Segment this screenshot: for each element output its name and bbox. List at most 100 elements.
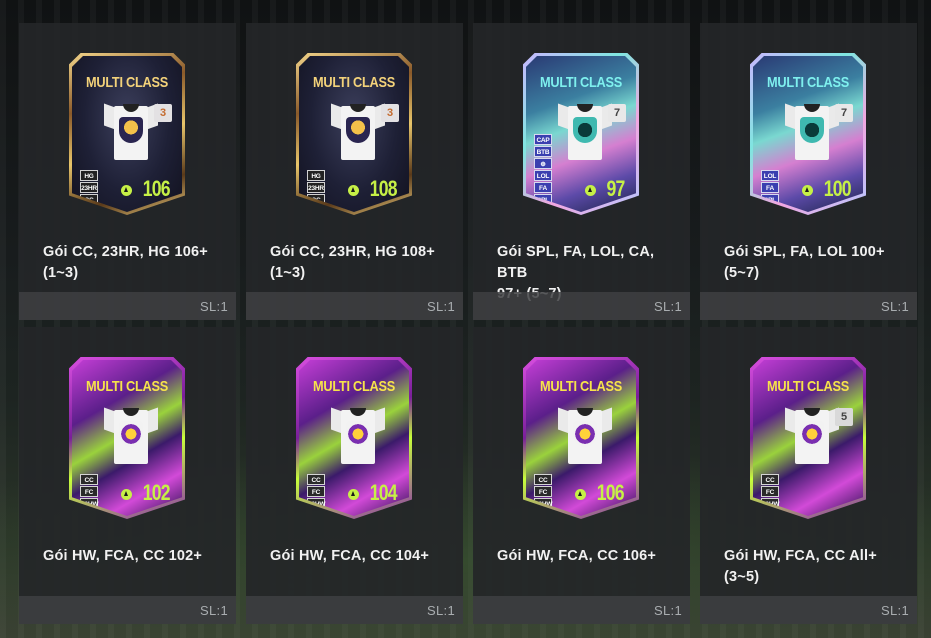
pack-card-image: MULTI CLASS 3 HG23HRCC 108 OVR: [296, 53, 412, 215]
card-tag: LOL: [534, 170, 552, 181]
pack-title-line1: Gói HW, FCA, CC All+: [724, 548, 877, 564]
card-tag: FC: [80, 486, 98, 497]
pack-title-line2: (5~7): [724, 265, 760, 281]
ovr-up-icon: [802, 185, 813, 196]
pack-tile-7[interactable]: MULTI CLASS CCFC23HW 106 OVR Gói HW, FCA…: [473, 327, 690, 624]
ovr-up-icon: [348, 185, 359, 196]
card-class-label: MULTI CLASS: [540, 378, 622, 395]
pack-tile-8[interactable]: MULTI CLASS 5 CCFC23HW Gói HW, FCA, CC A…: [700, 327, 917, 624]
card-tag: FC: [534, 486, 552, 497]
ovr-up-icon: [121, 185, 132, 196]
pack-footer: SL:1: [700, 596, 917, 624]
jersey-icon: [558, 404, 612, 464]
card-face: MULTI CLASS 7 LOLFASPL 100 OVR: [753, 56, 863, 212]
pack-quantity: SL:1: [654, 299, 682, 314]
card-ovr: 106: [143, 176, 171, 201]
jersey-icon: [104, 404, 158, 464]
pack-grid: MULTI CLASS 3 HG23HRCC 106 OVR Gói CC, 2…: [19, 23, 917, 624]
card-tag: CAP: [534, 134, 552, 145]
pack-card-image: MULTI CLASS CCFC23HW 102 OVR: [69, 357, 185, 519]
card-tag: 23HR: [80, 182, 98, 193]
pack-title-line2: (3~5): [724, 569, 760, 585]
crest-icon: [346, 421, 370, 447]
pack-title-line1: Gói CC, 23HR, HG 108+: [270, 244, 435, 260]
card-tags: CAPBTB⊕LOLFASPL: [534, 134, 552, 205]
crest-icon: [800, 117, 824, 143]
pack-footer: SL:1: [700, 292, 917, 320]
pack-quantity: SL:1: [200, 603, 228, 618]
card-face: MULTI CLASS CCFC23HW 102 OVR: [72, 360, 182, 516]
pack-footer: SL:1: [473, 292, 690, 320]
pack-title-line2: (1~3): [43, 265, 79, 281]
crest-icon: [800, 421, 824, 447]
pack-card-image: MULTI CLASS 7 LOLFASPL 100 OVR: [750, 53, 866, 215]
card-ovr: 97: [606, 176, 625, 201]
card-class-label: MULTI CLASS: [313, 74, 395, 91]
card-ovr: 104: [370, 480, 398, 505]
card-class-label: MULTI CLASS: [540, 74, 622, 91]
pack-title-line1: Gói SPL, FA, LOL 100+: [724, 244, 885, 260]
card-tag: BTB: [534, 146, 552, 157]
ovr-up-icon: [121, 489, 132, 500]
card-tag: FC: [761, 486, 779, 497]
pack-quantity: SL:1: [200, 299, 228, 314]
pack-title-line1: Gói HW, FCA, CC 104+: [270, 548, 430, 564]
card-tag: LOL: [761, 170, 779, 181]
card-tag: HG: [80, 170, 98, 181]
pack-footer: SL:1: [473, 596, 690, 624]
card-tag: CC: [307, 474, 325, 485]
pack-card-image: MULTI CLASS 5 CCFC23HW: [750, 357, 866, 519]
pack-tile-4[interactable]: MULTI CLASS 7 LOLFASPL 100 OVR Gói SPL, …: [700, 23, 917, 320]
pack-title: Gói HW, FCA, CC All+ (3~5): [724, 546, 903, 588]
card-badge: 3: [381, 104, 399, 122]
pack-quantity: SL:1: [881, 603, 909, 618]
crest-icon: [573, 117, 597, 143]
card-ovr: 108: [370, 176, 398, 201]
ovr-up-icon: [348, 489, 359, 500]
card-tag: CC: [761, 474, 779, 485]
pack-footer: SL:1: [246, 292, 463, 320]
card-tag: FA: [534, 182, 552, 193]
jersey-icon: [558, 100, 612, 160]
card-tag: HG: [307, 170, 325, 181]
ovr-up-icon: [585, 185, 596, 196]
pack-title-line1: Gói CC, 23HR, HG 106+: [43, 244, 208, 260]
card-badge: 7: [835, 104, 853, 122]
card-tag: CC: [534, 474, 552, 485]
pack-card-image: MULTI CLASS 3 HG23HRCC 106 OVR: [69, 53, 185, 215]
card-ovr: 100: [824, 176, 852, 201]
card-class-label: MULTI CLASS: [86, 74, 168, 91]
card-badge: 3: [154, 104, 172, 122]
pack-tile-5[interactable]: MULTI CLASS CCFC23HW 102 OVR Gói HW, FCA…: [19, 327, 236, 624]
card-face: MULTI CLASS CCFC23HW 106 OVR: [526, 360, 636, 516]
jersey-icon: [331, 404, 385, 464]
pack-quantity: SL:1: [654, 603, 682, 618]
card-class-label: MULTI CLASS: [767, 74, 849, 91]
card-face: MULTI CLASS CCFC23HW 104 OVR: [299, 360, 409, 516]
pack-tile-3[interactable]: MULTI CLASS 7 CAPBTB⊕LOLFASPL 97 OVR Gói…: [473, 23, 690, 320]
pack-title-line1: Gói SPL, FA, LOL, CA, BTB: [497, 244, 655, 281]
pack-footer: SL:1: [19, 596, 236, 624]
pack-title: Gói CC, 23HR, HG 106+ (1~3): [43, 242, 222, 284]
pack-tile-6[interactable]: MULTI CLASS CCFC23HW 104 OVR Gói HW, FCA…: [246, 327, 463, 624]
jersey-icon: [785, 100, 839, 160]
pack-title-line1: Gói HW, FCA, CC 102+: [43, 548, 203, 564]
jersey-icon: [331, 100, 385, 160]
card-face: MULTI CLASS 5 CCFC23HW: [753, 360, 863, 516]
card-face: MULTI CLASS 3 HG23HRCC 108 OVR: [299, 56, 409, 212]
pack-tile-1[interactable]: MULTI CLASS 3 HG23HRCC 106 OVR Gói CC, 2…: [19, 23, 236, 320]
card-tag: FA: [761, 182, 779, 193]
card-class-label: MULTI CLASS: [767, 378, 849, 395]
card-ovr: 102: [143, 480, 171, 505]
pack-footer: SL:1: [246, 596, 463, 624]
pack-title: Gói HW, FCA, CC 106+: [497, 546, 676, 567]
ovr-up-icon: [575, 489, 586, 500]
card-badge: 7: [608, 104, 626, 122]
card-class-label: MULTI CLASS: [86, 378, 168, 395]
pack-title: Gói CC, 23HR, HG 108+ (1~3): [270, 242, 449, 284]
pack-tile-2[interactable]: MULTI CLASS 3 HG23HRCC 108 OVR Gói CC, 2…: [246, 23, 463, 320]
pack-footer: SL:1: [19, 292, 236, 320]
pack-title: Gói HW, FCA, CC 102+: [43, 546, 222, 567]
pack-card-image: MULTI CLASS CCFC23HW 106 OVR: [523, 357, 639, 519]
card-tag: 23HR: [307, 182, 325, 193]
